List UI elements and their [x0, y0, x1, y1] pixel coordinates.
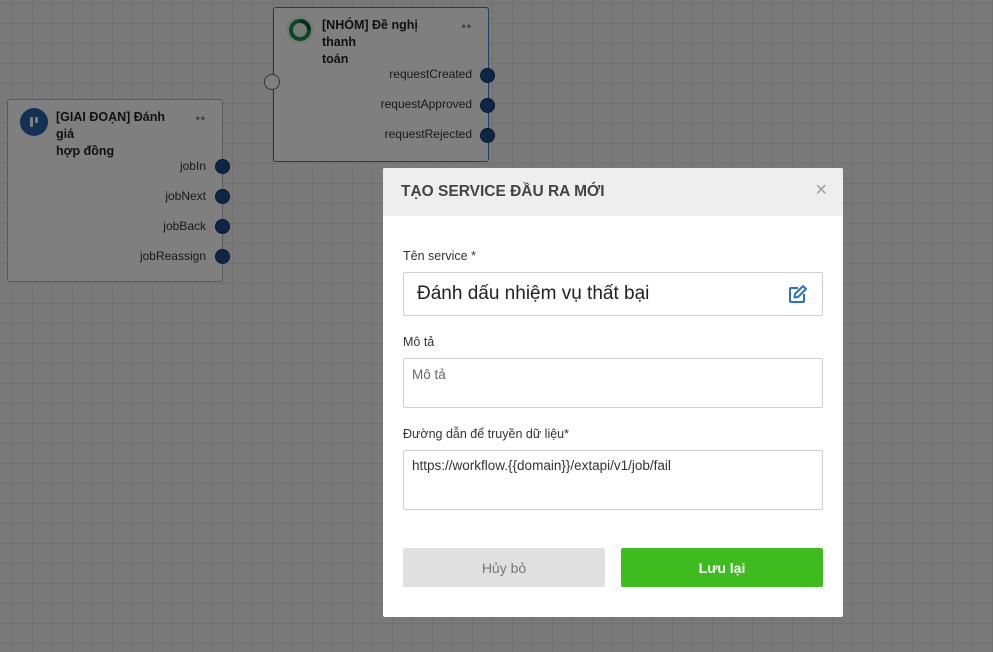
description-textarea[interactable]: Mô tả: [403, 358, 823, 408]
url-textarea[interactable]: https://workflow.{{domain}}/extapi/v1/jo…: [403, 450, 823, 510]
service-name-value: Đánh dấu nhiệm vụ thất bại: [417, 283, 650, 304]
service-name-label: Tên service *: [403, 249, 476, 263]
cancel-button[interactable]: Hủy bỏ: [403, 548, 605, 587]
url-value: https://workflow.{{domain}}/extapi/v1/jo…: [412, 458, 671, 473]
description-label: Mô tả: [403, 335, 435, 349]
dialog-title: TẠO SERVICE ĐẦU RA MỚI: [401, 183, 605, 200]
save-button[interactable]: Lưu lại: [621, 548, 823, 587]
url-label: Đường dẫn để truyền dữ liệu*: [403, 427, 570, 441]
edit-icon[interactable]: [788, 284, 808, 304]
create-service-dialog: TẠO SERVICE ĐẦU RA MỚI × Tên service * Đ…: [383, 168, 843, 617]
service-name-input[interactable]: Đánh dấu nhiệm vụ thất bại: [403, 272, 823, 316]
dialog-header: TẠO SERVICE ĐẦU RA MỚI ×: [383, 168, 843, 216]
description-placeholder: Mô tả: [412, 367, 446, 382]
close-icon[interactable]: ×: [815, 180, 827, 200]
